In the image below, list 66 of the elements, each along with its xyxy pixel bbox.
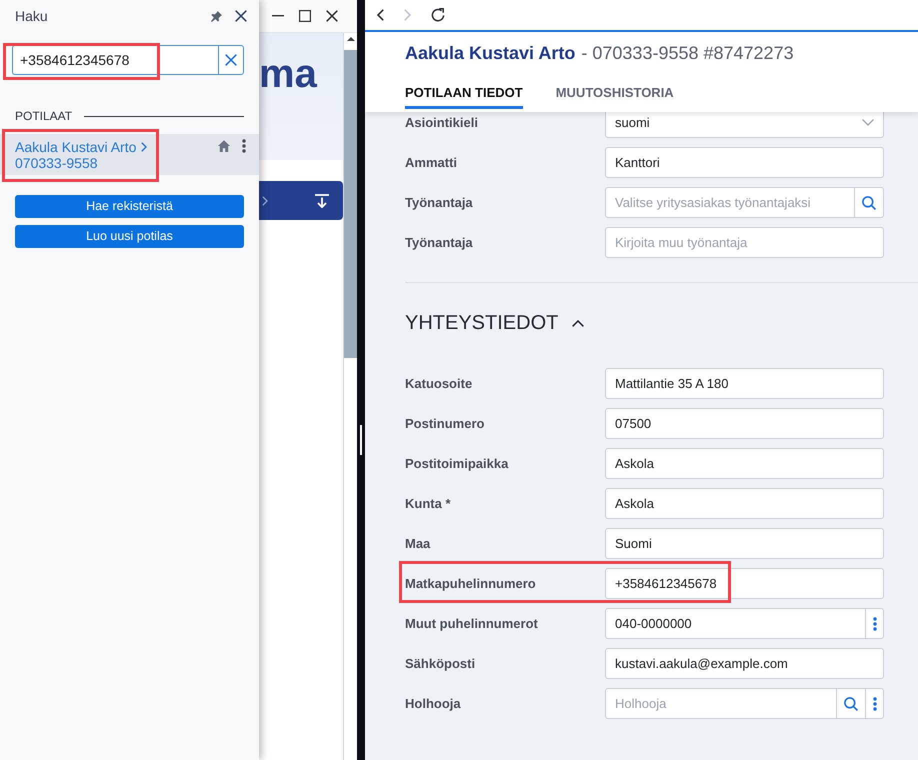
input-field[interactable]: Askola (605, 448, 884, 479)
page-title: ma (259, 51, 318, 97)
panel-title: Haku (15, 6, 48, 26)
section-title: YHTEYSTIEDOT (405, 311, 558, 336)
pin-icon[interactable] (211, 10, 222, 22)
field-label: Muut puhelinnumerot (405, 614, 539, 633)
chevron-down-icon (862, 119, 874, 126)
chevron-right-icon (141, 142, 148, 152)
home-icon[interactable] (218, 140, 230, 152)
field-label: Katuosoite (405, 374, 474, 393)
close-icon[interactable] (235, 10, 247, 22)
field-label: Sähköposti (405, 654, 476, 673)
search-button[interactable] (855, 187, 884, 218)
splitter-handle[interactable] (360, 425, 362, 455)
field-label: Kunta * (405, 494, 452, 513)
chevron-right-icon[interactable] (262, 196, 268, 206)
input-field[interactable]: Valitse yritysasiakas työnantajaksi (605, 187, 855, 218)
tab[interactable]: MUUTOSHISTORIA (556, 76, 674, 109)
input-field[interactable]: Suomi (605, 528, 884, 559)
field-label: Postitoimipaikka (405, 454, 510, 473)
input-field[interactable]: 040-0000000 (605, 608, 866, 639)
more-button[interactable] (866, 608, 884, 639)
patient-details: - 070333-9558 #87472273 (581, 42, 794, 65)
scroll-up-icon[interactable] (346, 37, 354, 41)
minimize-icon[interactable] (272, 15, 284, 17)
field-label: Postinumero (405, 414, 486, 433)
back-icon[interactable] (377, 9, 384, 21)
close-icon[interactable] (326, 10, 338, 22)
patient-name[interactable]: Aakula Kustavi Arto (15, 139, 136, 155)
registry-search-button[interactable]: Hae rekisteristä (15, 195, 244, 218)
patient-id: 070333-9558 (15, 155, 99, 171)
search-icon (862, 196, 876, 210)
patient-list-item[interactable]: Aakula Kustavi Arto 070333-9558 (0, 134, 259, 175)
field-label: Työnantaja (405, 194, 474, 212)
clear-button[interactable] (218, 45, 244, 75)
search-button[interactable] (837, 688, 866, 719)
field-label: Maa (405, 534, 432, 553)
section-title: POTILAAT (15, 108, 72, 125)
patient-name: Aakula Kustavi Arto (405, 42, 576, 65)
input-field[interactable]: +3584612345678 (605, 568, 884, 599)
input-field[interactable]: Mattilantie 35 A 180 (605, 368, 884, 399)
chevron-up-icon[interactable] (572, 320, 584, 326)
close-icon (225, 54, 237, 66)
reload-icon[interactable] (431, 8, 445, 22)
search-icon (844, 696, 858, 710)
more-button[interactable] (866, 688, 884, 719)
more-icon[interactable] (242, 139, 246, 153)
field-label: Ammatti (405, 154, 458, 172)
more-icon (872, 616, 876, 630)
input-field[interactable]: Askola (605, 488, 884, 519)
field-label: Asiointikieli (405, 114, 479, 132)
field-label: Matkapuhelinnumero (405, 574, 537, 593)
new-patient-button[interactable]: Luo uusi potilas (15, 225, 244, 248)
select-field[interactable]: suomi (605, 112, 884, 138)
input-field[interactable]: Holhooja (605, 688, 837, 719)
search-field[interactable]: +3584612345678 (12, 45, 218, 75)
maximize-icon[interactable] (299, 10, 311, 22)
tab[interactable]: POTILAAN TIEDOT (405, 76, 523, 109)
input-field[interactable]: 07500 (605, 408, 884, 439)
more-icon (872, 696, 876, 710)
input-field[interactable]: kustavi.aakula@example.com (605, 648, 884, 679)
field-label: Työnantaja (405, 234, 474, 252)
field-label: Holhooja (405, 694, 462, 713)
input-field[interactable]: Kirjoita muu työnantaja (605, 227, 884, 258)
scrollbar-thumb[interactable] (344, 50, 357, 358)
input-field[interactable]: Kanttori (605, 147, 884, 178)
